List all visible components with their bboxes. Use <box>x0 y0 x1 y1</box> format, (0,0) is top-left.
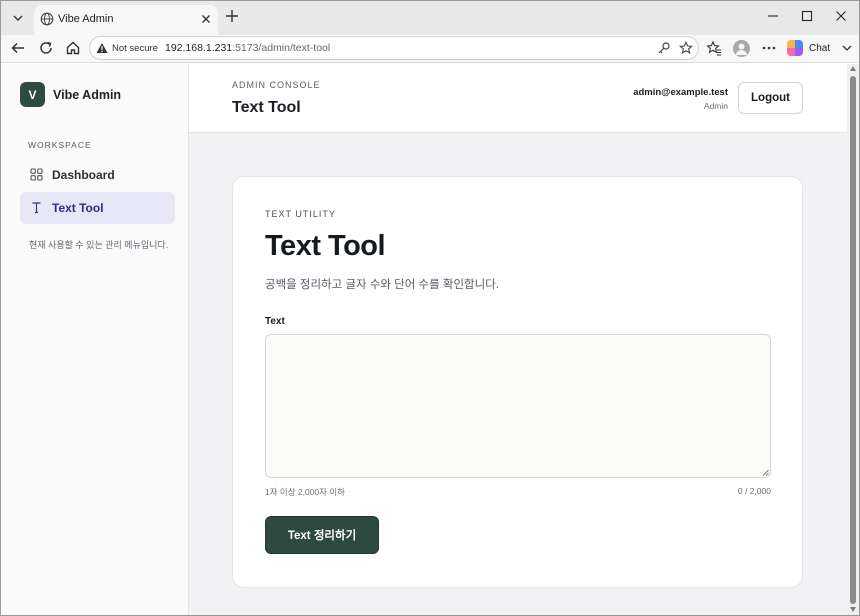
browser-tab[interactable]: Vibe Admin <box>34 5 218 35</box>
card-description: 공백을 정리하고 글자 수와 단어 수를 확인합니다. <box>265 279 499 291</box>
maximize-icon[interactable] <box>800 9 814 23</box>
logout-button[interactable]: Logout <box>738 82 803 114</box>
character-counter: 0 / 2,000 <box>737 486 771 496</box>
card-eyebrow: TEXT UTILITY <box>265 209 336 219</box>
warning-icon[interactable] <box>96 42 108 54</box>
url-host: 192.168.1.231 <box>165 42 233 54</box>
text-input[interactable] <box>265 334 771 478</box>
chevron-down-icon[interactable] <box>841 42 853 54</box>
scroll-down-arrow[interactable] <box>850 607 856 612</box>
user-role: Admin <box>703 101 728 111</box>
browser-toolbar: Not secure 192.168.1.231:5173/admin/text… <box>1 35 859 63</box>
tab-title: Vibe Admin <box>58 13 114 25</box>
page-header: ADMIN CONSOLE Text Tool admin@example.te… <box>189 64 847 133</box>
reload-icon[interactable] <box>38 40 54 56</box>
text-cursor-icon <box>32 202 41 214</box>
copilot-icon <box>787 40 803 56</box>
resize-handle-icon[interactable] <box>762 469 769 476</box>
chat-label: Chat <box>809 42 831 54</box>
tab-strip: Vibe Admin <box>1 1 859 35</box>
sidebar-item-label: Text Tool <box>52 201 104 215</box>
copilot-chat-button[interactable]: Chat <box>787 38 830 58</box>
sidebar-section-label: WORKSPACE <box>28 140 92 150</box>
brand-name[interactable]: Vibe Admin <box>53 88 121 102</box>
grid-icon <box>30 168 43 181</box>
address-bar[interactable]: Not secure 192.168.1.231:5173/admin/text… <box>89 36 699 60</box>
text-tool-card: TEXT UTILITY Text Tool 공백을 정리하고 글자 수와 단어… <box>232 176 803 588</box>
chevron-down-icon <box>13 15 23 21</box>
key-icon[interactable] <box>657 41 671 55</box>
favorites-icon[interactable] <box>706 40 722 56</box>
brand-logo[interactable]: V <box>20 82 45 107</box>
profile-avatar[interactable] <box>733 40 750 57</box>
not-secure-label[interactable]: Not secure <box>112 43 158 54</box>
globe-icon <box>40 12 54 26</box>
length-hint: 1자 이상 2,000자 이하 <box>265 487 346 497</box>
header-eyebrow: ADMIN CONSOLE <box>232 80 321 90</box>
sidebar-note: 현재 사용할 수 있는 관리 메뉴입니다. <box>29 240 169 250</box>
card-heading: Text Tool <box>265 230 386 262</box>
url-path: :5173/admin/text-tool <box>232 42 331 54</box>
text-field-label: Text <box>265 316 285 327</box>
browser-window: Vibe Admin Not secure 192.168.1.231:5173… <box>0 0 860 616</box>
scrollbar-thumb[interactable] <box>850 76 856 604</box>
page-viewport: V Vibe Admin WORKSPACE Dashboard Text To… <box>2 64 847 615</box>
submit-button[interactable]: Text 정리하기 <box>265 516 379 554</box>
sidebar-item-dashboard[interactable]: Dashboard <box>20 159 175 191</box>
page-title: Text Tool <box>232 99 301 116</box>
scroll-up-arrow[interactable] <box>850 66 856 71</box>
bookmark-star-icon[interactable] <box>679 41 693 55</box>
minimize-icon[interactable] <box>766 9 780 23</box>
more-icon[interactable] <box>761 40 777 56</box>
person-icon <box>736 43 747 55</box>
close-window-icon[interactable] <box>834 9 848 23</box>
new-tab-icon[interactable] <box>224 8 240 24</box>
sidebar-item-text-tool[interactable]: Text Tool <box>20 192 175 224</box>
url-text[interactable]: 192.168.1.231:5173/admin/text-tool <box>165 42 330 54</box>
user-email: admin@example.test <box>633 87 728 98</box>
close-icon[interactable] <box>199 12 213 26</box>
home-icon[interactable] <box>65 40 81 56</box>
sidebar: V Vibe Admin WORKSPACE Dashboard Text To… <box>2 64 189 615</box>
sidebar-item-label: Dashboard <box>52 168 115 182</box>
tab-search-button[interactable] <box>7 7 29 29</box>
page-scrollbar[interactable] <box>847 64 859 615</box>
back-icon[interactable] <box>10 40 26 56</box>
